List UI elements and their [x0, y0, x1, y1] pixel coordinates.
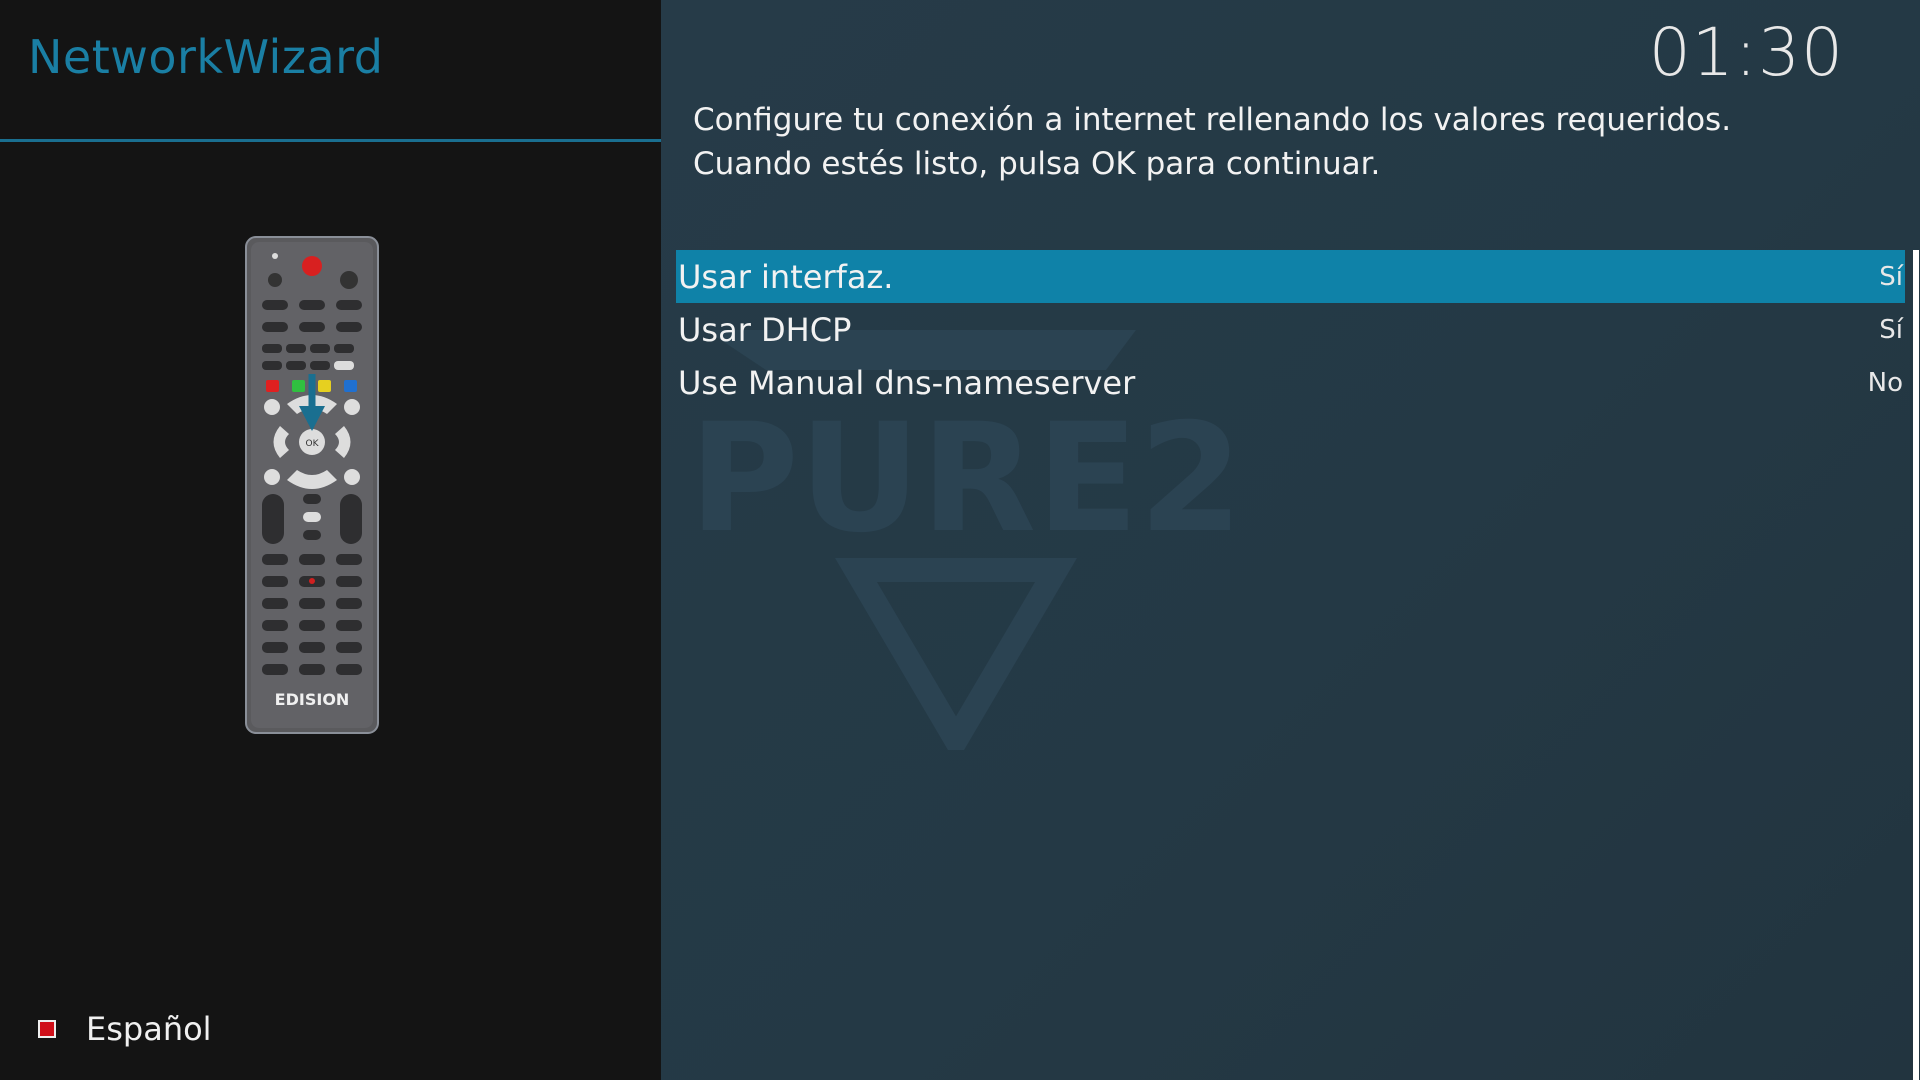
scrollbar[interactable]: [1913, 250, 1919, 1080]
setting-value[interactable]: No: [1868, 368, 1903, 398]
setting-value[interactable]: Sí: [1879, 315, 1903, 345]
setting-row-manual-dns[interactable]: Use Manual dns-nameserver No: [676, 356, 1905, 409]
app-title: NetworkWizard: [28, 30, 384, 84]
setting-row-use-dhcp[interactable]: Usar DHCP Sí: [676, 303, 1905, 356]
setting-row-use-interface[interactable]: Usar interfaz. Sí: [676, 250, 1905, 303]
setting-label: Usar DHCP: [678, 310, 852, 349]
remote-control-image: OK EDISION: [245, 236, 379, 734]
description-line-2: Cuando estés listo, pulsa OK para contin…: [693, 146, 1381, 182]
title-divider: [0, 139, 661, 142]
language-indicator: Español: [38, 1010, 212, 1048]
description-line-1: Configure tu conexión a internet rellena…: [693, 102, 1732, 138]
svg-text:OK: OK: [306, 439, 320, 449]
setting-value[interactable]: Sí: [1879, 262, 1903, 292]
svg-text:EDISION: EDISION: [275, 690, 350, 709]
left-panel: NetworkWizard OK EDISION Español: [0, 0, 661, 1080]
setting-label: Use Manual dns-nameserver: [678, 363, 1136, 402]
setting-label: Usar interfaz.: [678, 257, 894, 296]
right-panel: PURE2 01:30 Configure tu conexión a inte…: [661, 0, 1920, 1080]
red-square-icon: [38, 1020, 56, 1038]
description: Configure tu conexión a internet rellena…: [693, 98, 1731, 186]
language-label: Español: [86, 1010, 212, 1048]
clock: 01:30: [1648, 14, 1844, 91]
svg-text:PURE2: PURE2: [689, 392, 1243, 566]
remote-icon: OK EDISION: [245, 236, 379, 734]
settings-list: Usar interfaz. Sí Usar DHCP Sí Use Manua…: [676, 250, 1905, 409]
